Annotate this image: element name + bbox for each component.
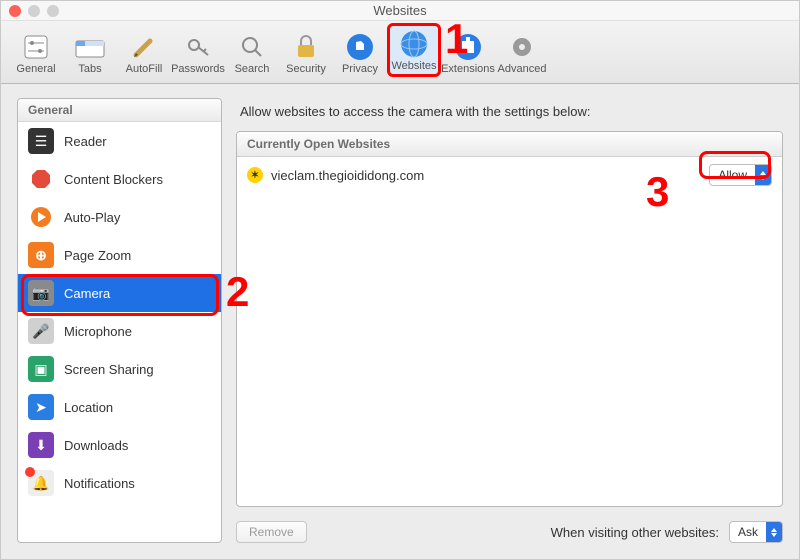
badge-dot [25, 467, 35, 477]
sidebar-item-label: Location [64, 400, 113, 415]
preferences-window: Websites General Tabs AutoFill [0, 0, 800, 560]
gear-icon [506, 31, 538, 63]
remove-button[interactable]: Remove [236, 521, 307, 543]
remove-button-label: Remove [249, 525, 294, 539]
tabs-icon [74, 31, 106, 63]
sidebar-item-downloads[interactable]: ⬇ Downloads [18, 426, 221, 464]
traffic-lights [9, 5, 59, 17]
permission-value: Allow [710, 168, 755, 182]
other-websites-popup[interactable]: Ask [729, 521, 783, 543]
tab-autofill[interactable]: AutoFill [117, 29, 171, 77]
arrow-icon: ➤ [28, 394, 54, 420]
sidebar-item-microphone[interactable]: 🎤 Microphone [18, 312, 221, 350]
tab-passwords[interactable]: Passwords [171, 29, 225, 77]
globe-icon [398, 28, 430, 60]
hand-icon [344, 31, 376, 63]
zoom-icon: ⊕ [28, 242, 54, 268]
sidebar-item-label: Notifications [64, 476, 135, 491]
website-row[interactable]: ✶ vieclam.thegioididong.com Allow [237, 157, 782, 193]
tab-security-label: Security [286, 63, 326, 75]
sidebar-item-label: Screen Sharing [64, 362, 154, 377]
permission-popup[interactable]: Allow [709, 164, 772, 186]
tab-websites-label: Websites [391, 60, 436, 72]
tab-security[interactable]: Security [279, 29, 333, 77]
tab-general-label: General [16, 63, 55, 75]
stop-icon [28, 166, 54, 192]
pane-description: Allow websites to access the camera with… [240, 104, 779, 119]
tab-tabs-label: Tabs [78, 63, 101, 75]
sidebar-item-page-zoom[interactable]: ⊕ Page Zoom [18, 236, 221, 274]
puzzle-icon [452, 31, 484, 63]
bell-icon: 🔔 [28, 470, 54, 496]
bottom-bar: Remove When visiting other websites: Ask [236, 521, 783, 543]
slider-icon [20, 31, 52, 63]
sidebar: General ☰ Reader Content Blockers Auto-P… [17, 98, 222, 543]
tab-autofill-label: AutoFill [126, 63, 163, 75]
sidebar-item-content-blockers[interactable]: Content Blockers [18, 160, 221, 198]
mic-icon: 🎤 [28, 318, 54, 344]
search-icon [236, 31, 268, 63]
pencil-icon [128, 31, 160, 63]
website-domain: vieclam.thegioididong.com [271, 168, 424, 183]
tab-search[interactable]: Search [225, 29, 279, 77]
sidebar-item-notifications[interactable]: 🔔 Notifications [18, 464, 221, 502]
other-websites-value: Ask [730, 525, 766, 539]
play-icon [28, 204, 54, 230]
sidebar-item-label: Reader [64, 134, 107, 149]
tab-privacy-label: Privacy [342, 63, 378, 75]
sidebar-item-screen-sharing[interactable]: ▣ Screen Sharing [18, 350, 221, 388]
sidebar-item-label: Microphone [64, 324, 132, 339]
list-header: Currently Open Websites [237, 132, 782, 157]
tab-advanced-label: Advanced [498, 63, 547, 75]
reader-icon: ☰ [28, 128, 54, 154]
sidebar-item-location[interactable]: ➤ Location [18, 388, 221, 426]
sidebar-item-label: Page Zoom [64, 248, 131, 263]
sidebar-item-camera[interactable]: 📷 Camera [18, 274, 221, 312]
content-area: General ☰ Reader Content Blockers Auto-P… [1, 84, 799, 559]
sidebar-header: General [18, 99, 221, 122]
other-websites-label: When visiting other websites: [551, 525, 719, 540]
key-icon [182, 31, 214, 63]
tab-advanced[interactable]: Advanced [495, 29, 549, 77]
window-title: Websites [373, 3, 426, 18]
tab-privacy[interactable]: Privacy [333, 29, 387, 77]
sidebar-item-label: Auto-Play [64, 210, 120, 225]
favicon: ✶ [247, 167, 263, 183]
window-titlebar: Websites [1, 1, 799, 21]
minimize-window-button[interactable] [28, 5, 40, 17]
sidebar-item-label: Content Blockers [64, 172, 163, 187]
sidebar-item-reader[interactable]: ☰ Reader [18, 122, 221, 160]
chevron-updown-icon [766, 522, 782, 542]
main-pane: Allow websites to access the camera with… [236, 98, 783, 543]
close-window-button[interactable] [9, 5, 21, 17]
tab-extensions-label: Extensions [441, 63, 495, 75]
tab-search-label: Search [235, 63, 270, 75]
tab-passwords-label: Passwords [171, 63, 225, 75]
lock-icon [290, 31, 322, 63]
sidebar-item-auto-play[interactable]: Auto-Play [18, 198, 221, 236]
tab-general[interactable]: General [9, 29, 63, 77]
screens-icon: ▣ [28, 356, 54, 382]
tab-extensions[interactable]: Extensions [441, 29, 495, 77]
zoom-window-button[interactable] [47, 5, 59, 17]
preferences-toolbar: General Tabs AutoFill Passwords [1, 21, 799, 84]
sidebar-item-label: Downloads [64, 438, 128, 453]
tab-websites[interactable]: Websites [387, 23, 441, 77]
camera-icon: 📷 [28, 280, 54, 306]
download-icon: ⬇ [28, 432, 54, 458]
sidebar-item-label: Camera [64, 286, 110, 301]
chevron-updown-icon [755, 165, 771, 185]
tab-tabs[interactable]: Tabs [63, 29, 117, 77]
websites-list: Currently Open Websites ✶ vieclam.thegio… [236, 131, 783, 507]
